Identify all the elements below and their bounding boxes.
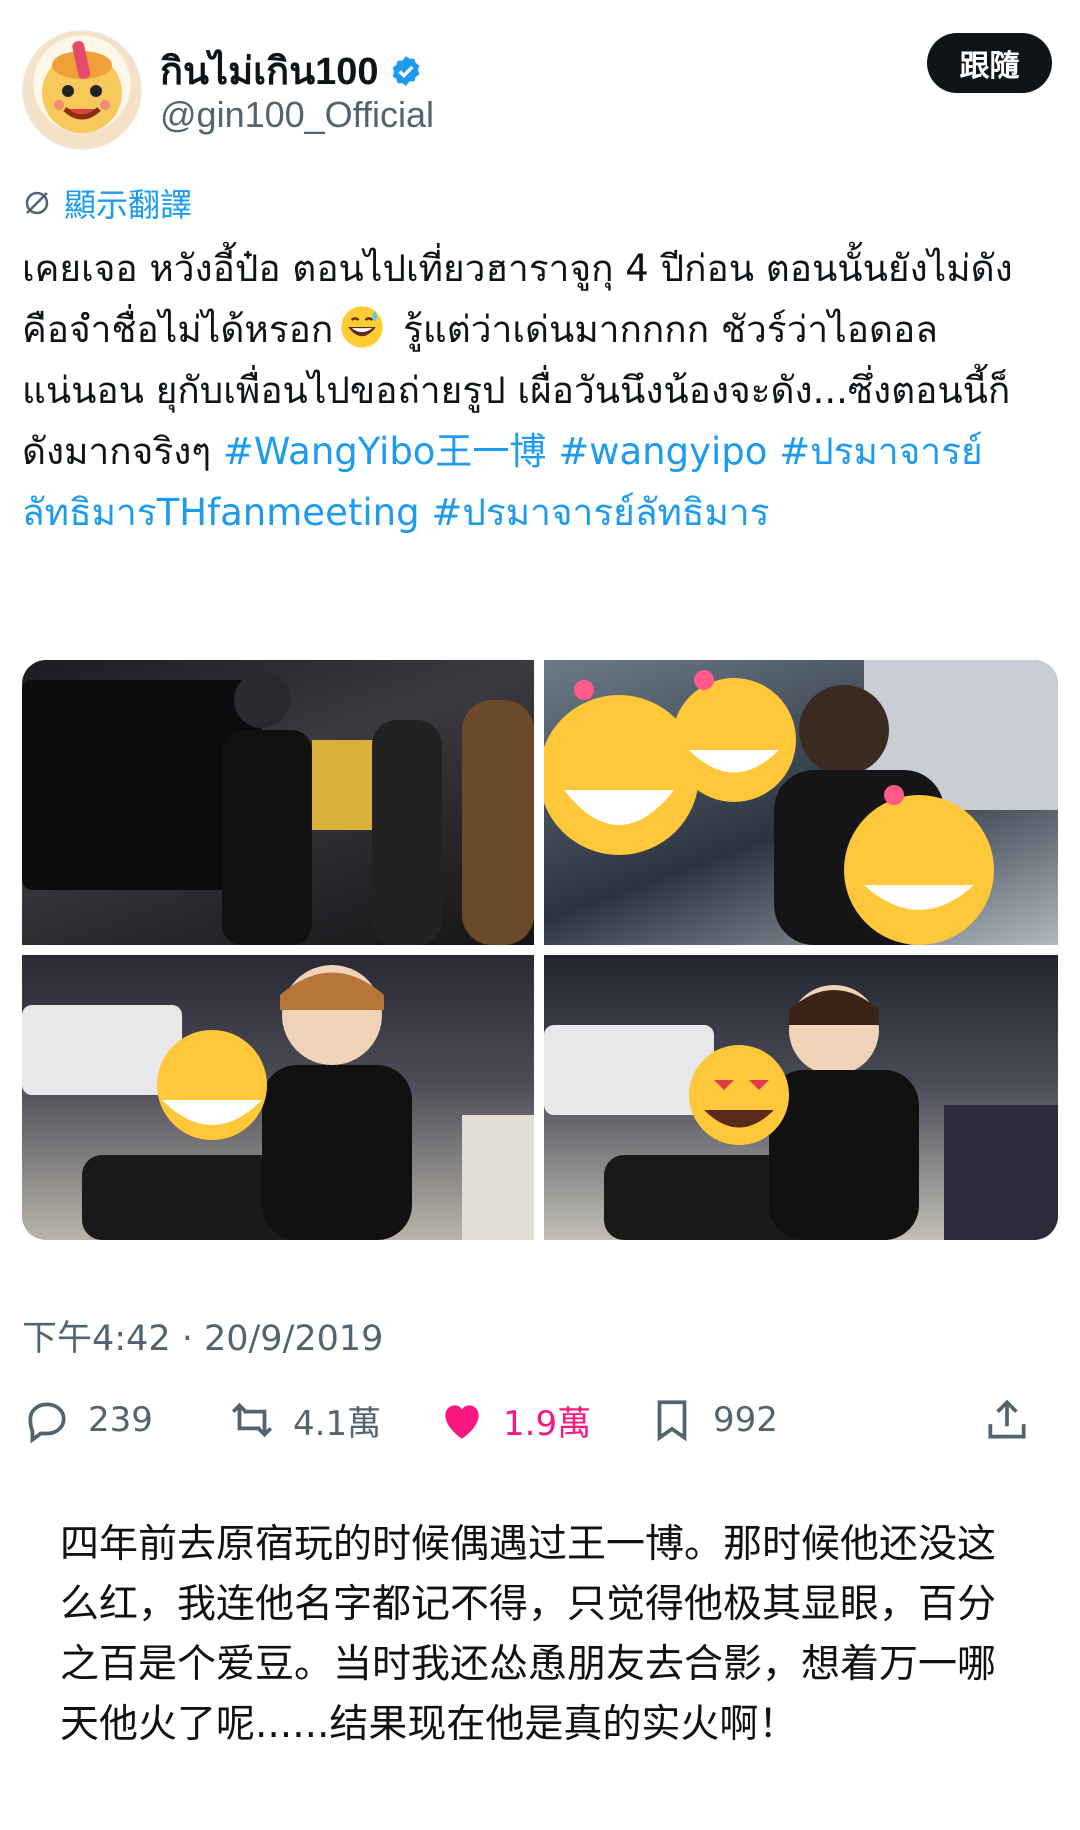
photo-1[interactable]: [22, 660, 534, 945]
share-icon: [988, 1399, 1026, 1439]
photo-2[interactable]: [544, 660, 1058, 945]
share-button[interactable]: [982, 1395, 1032, 1445]
repost-icon: [231, 1402, 273, 1438]
like-count: 1.9萬: [503, 1403, 592, 1444]
street-pose-photo-2-icon: [544, 985, 1058, 1240]
reply-button[interactable]: 239: [22, 1395, 153, 1445]
cartoon-mascot-avatar-icon: [42, 41, 122, 133]
post-text: เคยเจอ หวังอี้ป๋อ ตอนไปเที่ยวฮาราจูกุ 4 …: [22, 238, 1052, 543]
selfie-emoji-photo-icon: [544, 660, 1058, 945]
street-night-photo-icon: [22, 672, 534, 945]
grinning-sweat-emoji-icon: [341, 306, 383, 348]
photo-4[interactable]: [544, 955, 1058, 1240]
author-handle[interactable]: @gin100_Official: [160, 94, 434, 136]
heart-filled-icon: [445, 1405, 479, 1439]
author-avatar[interactable]: [22, 30, 142, 150]
post-header: กินไม่เกิน100 @gin100_Official 跟隨: [22, 30, 1058, 150]
hashtag-link[interactable]: #wangyipo: [558, 430, 767, 473]
hashtag-link[interactable]: #ปรมาจารย์ลัทธิมาร: [431, 491, 769, 534]
reply-icon: [28, 1402, 66, 1444]
show-translation-label: 顯示翻譯: [64, 186, 193, 224]
bookmark-count: 992: [713, 1400, 778, 1440]
street-pose-photo-icon: [22, 965, 534, 1240]
hashtag-link[interactable]: #WangYibo王一博: [223, 430, 547, 473]
repost-count: 4.1萬: [293, 1403, 382, 1444]
author-display-name[interactable]: กินไม่เกิน100: [160, 40, 379, 101]
follow-button[interactable]: 跟隨: [927, 33, 1052, 93]
show-translation-link[interactable]: 顯示翻譯: [22, 180, 192, 226]
bookmark-button[interactable]: 992: [647, 1395, 778, 1445]
translation-caption: 四年前去原宿玩的时候偶遇过王一博。那时候他还没这么红，我连他名字都记不得，只觉得…: [60, 1522, 997, 1747]
media-grid: [22, 660, 1058, 1240]
reply-count: 239: [88, 1400, 153, 1440]
translate-globe-icon: [25, 191, 49, 215]
post-timestamp[interactable]: 下午4:42 · 20/9/2019: [22, 1310, 383, 1361]
repost-button[interactable]: 4.1萬: [227, 1395, 381, 1445]
action-bar: 239 4.1萬 1.9萬 992: [22, 1395, 1058, 1455]
photo-3[interactable]: [22, 955, 534, 1240]
bookmark-icon: [657, 1400, 687, 1442]
verified-badge-icon: [392, 55, 419, 86]
like-button[interactable]: 1.9萬: [437, 1395, 591, 1445]
